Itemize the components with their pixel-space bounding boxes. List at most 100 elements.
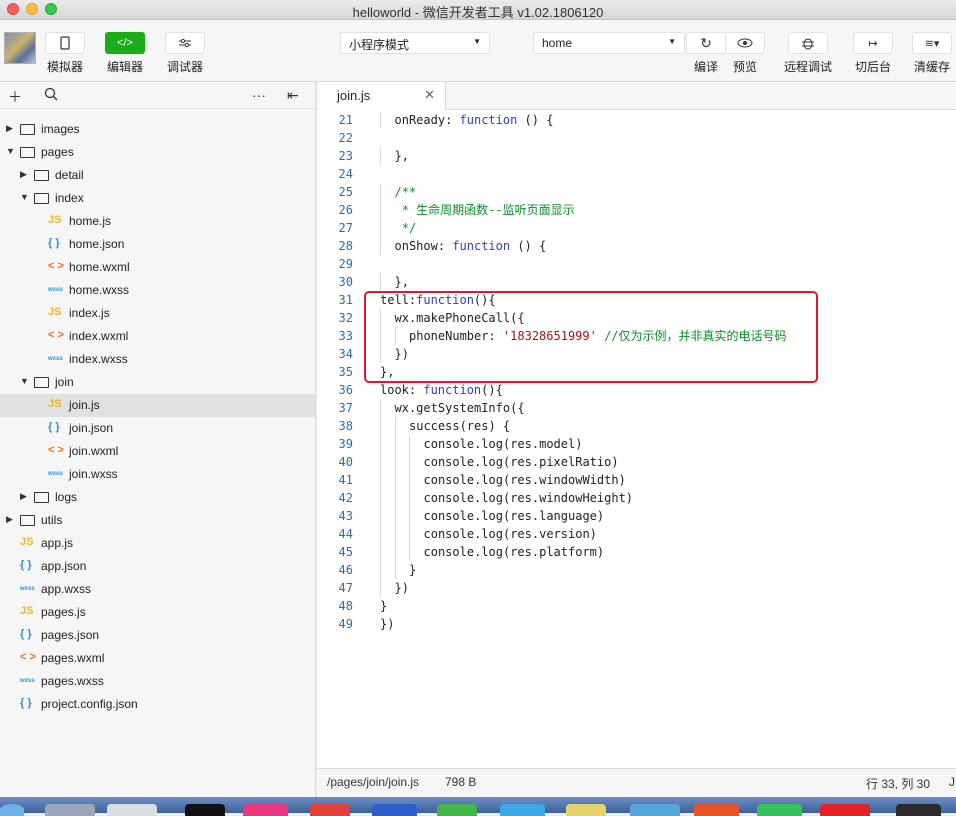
indent-guide xyxy=(409,471,410,489)
mode-select-value: 小程序模式 xyxy=(349,38,410,52)
tree-file[interactable]: { } app.json xyxy=(0,555,315,578)
remote-debug-button[interactable]: 远程调试 xyxy=(784,32,832,75)
tree-file[interactable]: JS pages.js xyxy=(0,601,315,624)
indent-guide xyxy=(380,219,381,237)
debugger-button[interactable]: 调试器 xyxy=(165,32,205,75)
tree-folder[interactable]: ▶ detail xyxy=(0,164,315,187)
dock-app-icon[interactable] xyxy=(437,804,477,816)
tree-folder[interactable]: ▶ utils xyxy=(0,509,315,532)
tree-file[interactable]: < > join.wxml xyxy=(0,440,315,463)
simulator-button[interactable]: 模拟器 xyxy=(45,32,85,75)
indent-guide xyxy=(380,237,381,255)
chevron-down-icon[interactable]: ▼ xyxy=(6,146,15,156)
tree-file[interactable]: { } pages.json xyxy=(0,624,315,647)
clear-cache-button[interactable]: ≋▾ 清缓存 xyxy=(912,32,952,75)
code-keyword: function xyxy=(423,383,482,397)
tree-file[interactable]: JS home.js xyxy=(0,210,315,233)
chevron-down-icon[interactable]: ▼ xyxy=(20,192,29,202)
tree-file[interactable]: JS join.js xyxy=(0,394,315,417)
dock-app-icon[interactable] xyxy=(0,804,24,816)
collapse-panel-icon[interactable]: ⇤ xyxy=(287,87,299,104)
tree-file[interactable]: wxss join.wxss xyxy=(0,463,315,486)
tree-folder[interactable]: ▼ index xyxy=(0,187,315,210)
chevron-right-icon[interactable]: ▶ xyxy=(20,491,27,502)
line-number: 45 xyxy=(338,545,353,559)
code-token: }, xyxy=(394,275,409,289)
dock-app-icon[interactable] xyxy=(566,804,606,816)
tree-item-label: app.json xyxy=(41,559,87,573)
dock-app-icon[interactable] xyxy=(757,804,802,816)
code-line: 44 console.log(res.version) xyxy=(317,525,956,543)
avatar[interactable] xyxy=(4,32,36,64)
indent-guide xyxy=(380,489,381,507)
chevron-right-icon[interactable]: ▶ xyxy=(6,123,13,134)
js-file-icon: JS xyxy=(20,605,34,617)
line-number: 49 xyxy=(338,617,353,631)
page-select[interactable]: home ▼ xyxy=(533,32,685,54)
tree-file[interactable]: { } join.json xyxy=(0,417,315,440)
dock-app-icon[interactable] xyxy=(500,804,545,816)
clear-cache-label: 清缓存 xyxy=(913,60,950,74)
tree-folder[interactable]: ▶ logs xyxy=(0,486,315,509)
file-path: /pages/join/join.js xyxy=(327,775,420,789)
line-number: 36 xyxy=(338,383,353,397)
indent-guide xyxy=(380,273,381,291)
tree-file[interactable]: { } project.config.json xyxy=(0,693,315,716)
dock-app-icon[interactable] xyxy=(107,804,157,816)
indent-guide xyxy=(380,525,381,543)
search-icon[interactable] xyxy=(44,87,58,104)
tree-folder[interactable]: ▼ join xyxy=(0,371,315,394)
background-button[interactable]: ↦ 切后台 xyxy=(853,32,893,75)
dock-app-icon[interactable] xyxy=(243,804,288,816)
tab-join-js[interactable]: join.js ✕ xyxy=(319,82,446,110)
dock-app-icon[interactable] xyxy=(694,804,739,816)
close-icon[interactable]: ✕ xyxy=(424,87,435,103)
dock-app-icon[interactable] xyxy=(820,804,870,816)
tree-file[interactable]: < > home.wxml xyxy=(0,256,315,279)
dock-app-icon[interactable] xyxy=(310,804,350,816)
chevron-down-icon[interactable]: ▼ xyxy=(20,376,29,386)
wxml-file-icon: < > xyxy=(20,651,36,663)
indent-guide xyxy=(380,183,381,201)
code-comment: */ xyxy=(394,221,417,235)
plus-icon[interactable]: ＋ xyxy=(8,87,22,107)
line-number: 47 xyxy=(338,581,353,595)
indent-guide xyxy=(380,201,381,219)
preview-button[interactable]: 预览 xyxy=(725,32,765,75)
dock-app-icon[interactable] xyxy=(630,804,680,816)
chevron-right-icon[interactable]: ▶ xyxy=(6,514,13,525)
tree-file[interactable]: wxss home.wxss xyxy=(0,279,315,302)
code-editor[interactable]: 21 onReady: function () {22 23}, 24 25 /** 26 … xyxy=(317,110,956,768)
code-line: 37 wx.getSystemInfo({ xyxy=(317,399,956,417)
dock-app-icon[interactable] xyxy=(372,804,417,816)
tree-file[interactable]: wxss app.wxss xyxy=(0,578,315,601)
cursor-position[interactable]: 行 33, 列 30 xyxy=(866,775,930,792)
indent-guide xyxy=(394,417,396,435)
indent-guide xyxy=(380,435,381,453)
dock-app-icon[interactable] xyxy=(896,804,941,816)
dock-app-icon[interactable] xyxy=(45,804,95,816)
bug-icon xyxy=(788,32,828,54)
code-text: */ xyxy=(394,219,417,237)
tree-file[interactable]: wxss pages.wxss xyxy=(0,670,315,693)
language-mode[interactable]: J xyxy=(949,775,955,789)
tree-file[interactable]: wxss index.wxss xyxy=(0,348,315,371)
tree-file[interactable]: JS app.js xyxy=(0,532,315,555)
dock-app-icon[interactable] xyxy=(185,804,225,816)
tree-folder[interactable]: ▼ pages xyxy=(0,141,315,164)
mode-select[interactable]: 小程序模式 ▼ xyxy=(340,32,490,54)
chevron-right-icon[interactable]: ▶ xyxy=(20,169,27,180)
code-text: onReady: function () { xyxy=(395,111,554,129)
editor-button[interactable]: </> 编辑器 xyxy=(105,32,145,75)
tree-file[interactable]: { } home.json xyxy=(0,233,315,256)
indent-guide xyxy=(380,507,381,525)
tree-file[interactable]: < > index.wxml xyxy=(0,325,315,348)
more-icon[interactable]: ··· xyxy=(252,87,266,103)
tree-folder[interactable]: ▶ images xyxy=(0,118,315,141)
compile-button[interactable]: ↻ 编译 xyxy=(686,32,726,75)
tree-file[interactable]: < > pages.wxml xyxy=(0,647,315,670)
file-explorer: ＋ ··· ⇤ ▶ images ▼ pages ▶ detail ▼ index JS home… xyxy=(0,82,316,798)
tree-file[interactable]: JS index.js xyxy=(0,302,315,325)
tree-item-label: home.wxss xyxy=(69,283,130,297)
toolbar: 模拟器 </> 编辑器 调试器 小程序模式 ▼ home ▼ ↻ 编译 预览 远… xyxy=(0,20,956,82)
